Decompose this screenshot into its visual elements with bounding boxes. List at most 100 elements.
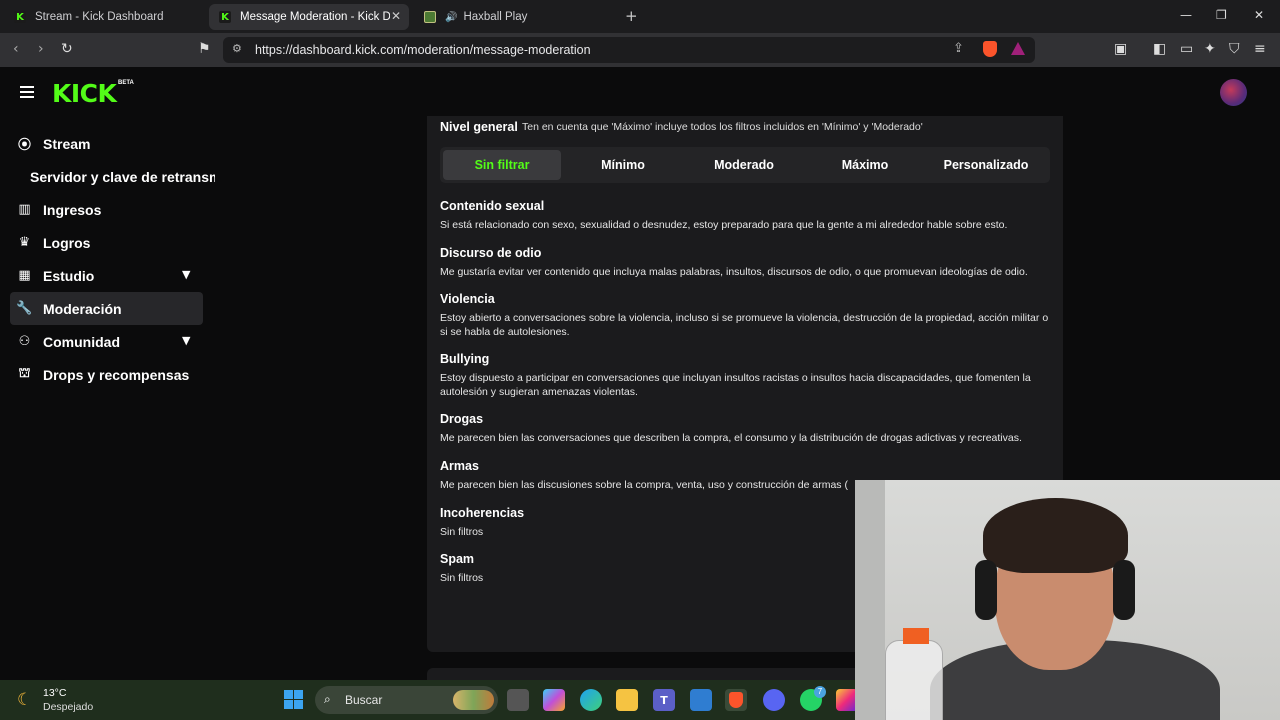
menu-icon[interactable]: ≡ (1254, 41, 1266, 57)
tab-message-moderation[interactable]: K Message Moderation - Kick Dash ✕ (209, 4, 409, 30)
gift-icon: ⛫ (18, 366, 31, 381)
whatsapp-badge: 7 (814, 686, 826, 698)
beta-label: BETA (118, 80, 134, 86)
bottle (885, 640, 943, 720)
category-violencia: Violencia Estoy abierto a conversaciones… (440, 292, 1050, 339)
teams-icon[interactable]: T (653, 689, 675, 711)
webcam-person-hair (983, 498, 1128, 573)
search-icon: ⌕ (324, 692, 331, 706)
sidebar-item-comunidad[interactable]: ⚇ Comunidad ▼ (10, 325, 215, 358)
level-option-sin-filtrar[interactable]: Sin filtrar (443, 150, 561, 180)
broadcast-icon: ⦿ (17, 138, 31, 153)
category-bullying: Bullying Estoy dispuesto a participar en… (440, 352, 1050, 399)
vpn-icon[interactable]: ⛉ (1229, 41, 1240, 57)
sidebar-item-label: Moderación (43, 300, 122, 317)
sidebar-icon[interactable]: ◧ (1153, 41, 1166, 57)
browser-toolbar: ‹ › ↻ ⚑ ⚙ https://dashboard.kick.com/mod… (0, 33, 1280, 67)
tab-stream-dashboard[interactable]: K Stream - Kick Dashboard (4, 4, 204, 30)
share-icon[interactable]: ⇪ (953, 41, 964, 56)
copilot-icon[interactable] (543, 689, 565, 711)
trophy-icon: ♛ (18, 235, 31, 250)
site-info-icon[interactable]: ⚙ (232, 42, 242, 55)
weather-description[interactable]: Despejado (43, 701, 93, 713)
level-option-moderado[interactable]: Moderado (685, 150, 803, 180)
category-title: Contenido sexual (440, 199, 545, 213)
sidebar-item-label: Drops y recompensas (43, 366, 190, 383)
level-option-personalizado[interactable]: Personalizado (927, 150, 1045, 180)
wallet-icon[interactable]: ▭ (1180, 41, 1193, 57)
level-option-minimo[interactable]: Mínimo (564, 150, 682, 180)
address-bar[interactable]: ⚙ https://dashboard.kick.com/moderation/… (223, 37, 1035, 63)
avatar[interactable] (1220, 79, 1247, 106)
brave-rewards-icon[interactable] (1011, 42, 1025, 55)
category-title: Discurso de odio (440, 246, 542, 260)
minimize-icon[interactable]: — (1180, 8, 1192, 22)
sidebar-item-label: Comunidad (43, 333, 120, 350)
screenshot-icon[interactable]: ▣ (1114, 41, 1127, 57)
category-desc: Estoy dispuesto a participar en conversa… (440, 372, 1031, 398)
sidebar-item-drops[interactable]: ⛫ Drops y recompensas (10, 358, 215, 391)
tab-title: Stream - Kick Dashboard (35, 11, 164, 23)
task-view-icon[interactable] (507, 689, 529, 711)
windows-start-icon[interactable] (284, 690, 303, 709)
bottle-cap (903, 628, 929, 644)
discord-icon[interactable] (763, 689, 785, 711)
sidebar-item-stream[interactable]: ⦿ Stream (10, 127, 215, 160)
sidebar-item-estudio[interactable]: ▦ Estudio ▼ (10, 259, 215, 292)
brave-shields-icon[interactable] (983, 41, 997, 57)
temperature[interactable]: 13°C (43, 687, 66, 699)
sidebar-item-label: Ingresos (43, 201, 102, 218)
category-contenido-sexual: Contenido sexual Si está relacionado con… (440, 199, 1050, 232)
category-desc: Estoy abierto a conversaciones sobre la … (440, 312, 1049, 338)
chevron-down-icon[interactable]: ▼ (182, 268, 190, 281)
edge-icon[interactable] (580, 689, 602, 711)
sidebar-item-moderacion[interactable]: 🔧 Moderación (10, 292, 203, 325)
file-explorer-icon[interactable] (616, 689, 638, 711)
category-desc: Me gustaría evitar ver contenido que inc… (440, 266, 1028, 278)
webcam-overlay (855, 480, 1280, 720)
sidebar-item-label: Stream (43, 135, 91, 152)
bookmark-icon[interactable]: ⚑ (198, 41, 211, 57)
hamburger-menu-icon[interactable] (20, 86, 34, 101)
sidebar-item-ingresos[interactable]: ▥ Ingresos (10, 193, 215, 226)
sidebar-item-label: Logros (43, 234, 91, 251)
webcam-wall (855, 480, 885, 720)
forward-icon[interactable]: › (38, 41, 44, 57)
category-title: Bullying (440, 352, 490, 366)
back-icon[interactable]: ‹ (13, 41, 19, 57)
sidebar-nav: ⦿ Stream Servidor y clave de retransmisi… (10, 127, 215, 391)
category-title: Drogas (440, 412, 484, 426)
category-drogas: Drogas Me parecen bien las conversacione… (440, 412, 1050, 445)
category-title: Armas (440, 459, 479, 473)
level-selector: Sin filtrar Mínimo Moderado Máximo Perso… (440, 147, 1050, 183)
headphones-right (1113, 560, 1135, 620)
reload-icon[interactable]: ↻ (61, 41, 73, 57)
brave-browser-icon[interactable] (725, 689, 747, 711)
studio-icon: ▦ (18, 268, 31, 283)
close-window-icon[interactable]: ✕ (1254, 8, 1264, 22)
kick-icon: K (219, 11, 231, 23)
restore-icon[interactable]: ❐ (1216, 8, 1227, 22)
chevron-down-icon[interactable]: ▼ (182, 334, 190, 347)
sidebar-item-server-key[interactable]: Servidor y clave de retransmisión (10, 160, 215, 193)
category-desc: Si está relacionado con sexo, sexualidad… (440, 219, 1008, 231)
chart-icon: ▥ (18, 202, 31, 217)
leo-ai-icon[interactable]: ✦ (1204, 41, 1216, 57)
headphones-left (975, 560, 997, 620)
new-tab-button[interactable]: + (625, 7, 638, 25)
close-tab-icon[interactable]: ✕ (391, 9, 401, 23)
tab-haxball[interactable]: 🔊 Haxball Play (414, 4, 614, 30)
speaker-icon[interactable]: 🔊 (445, 12, 457, 23)
kick-logo[interactable]: KICK (52, 79, 117, 108)
level-option-maximo[interactable]: Máximo (806, 150, 924, 180)
haxball-icon (424, 11, 436, 23)
level-title: Nivel general (440, 120, 518, 134)
people-icon: ⚇ (18, 334, 31, 349)
category-title: Violencia (440, 292, 495, 306)
tab-title: Haxball Play (463, 11, 528, 23)
sidebar-item-logros[interactable]: ♛ Logros (10, 226, 215, 259)
moon-weather-icon[interactable]: ☾ (17, 690, 32, 710)
store-icon[interactable] (690, 689, 712, 711)
taskbar-search[interactable]: ⌕ Buscar (315, 686, 498, 714)
sidebar-item-label: Estudio (43, 267, 95, 284)
